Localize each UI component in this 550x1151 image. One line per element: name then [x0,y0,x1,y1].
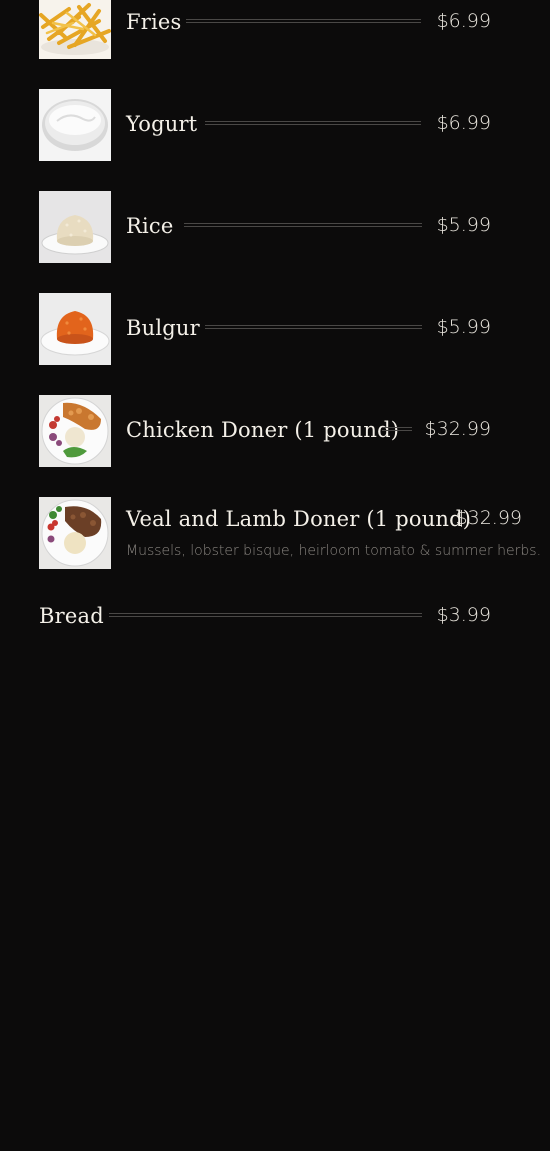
item-price: $5.99 [436,316,491,338]
menu-item-rice[interactable]: Rice $5.99 [39,191,491,263]
yogurt-image [39,89,111,161]
price-leader-line [382,427,412,431]
price-leader-line [205,325,422,329]
chicken-doner-image [39,395,111,467]
price-leader-line [184,223,422,227]
price-leader-line [186,19,421,23]
item-price: $32.99 [424,418,491,440]
menu-item-chicken-doner[interactable]: Chicken Doner (1 pound) $32.99 [39,395,491,467]
item-name: Bulgur [126,316,200,340]
menu-item-bulgur[interactable]: Bulgur $5.99 [39,293,491,365]
bulgur-image [39,293,111,365]
menu-item-yogurt[interactable]: Yogurt $6.99 [39,89,491,161]
item-name: Yogurt [126,112,198,136]
item-name: Rice [126,214,174,238]
item-name: Chicken Doner (1 pound) [126,418,400,442]
price-leader-line [109,613,422,617]
item-price: $6.99 [436,112,491,134]
price-leader-line [205,121,421,125]
menu-item-veal-lamb-doner[interactable]: Veal and Lamb Doner (1 pound) $32.99 Mus… [39,497,541,569]
item-name: Veal and Lamb Doner (1 pound) [126,507,472,531]
menu-item-bread[interactable]: Bread $3.99 [39,599,491,631]
item-name: Bread [39,604,104,628]
rice-image [39,191,111,263]
veal-lamb-doner-image [39,497,111,569]
item-price: $5.99 [436,214,491,236]
item-price: $3.99 [436,604,491,626]
fries-image [39,0,111,59]
menu-item-fries[interactable]: Fries $6.99 [39,0,491,59]
item-price: $6.99 [436,10,491,32]
item-name: Fries [126,10,182,34]
item-description: Mussels, lobster bisque, heirloom tomato… [126,543,542,559]
item-price: $32.99 [455,507,522,529]
